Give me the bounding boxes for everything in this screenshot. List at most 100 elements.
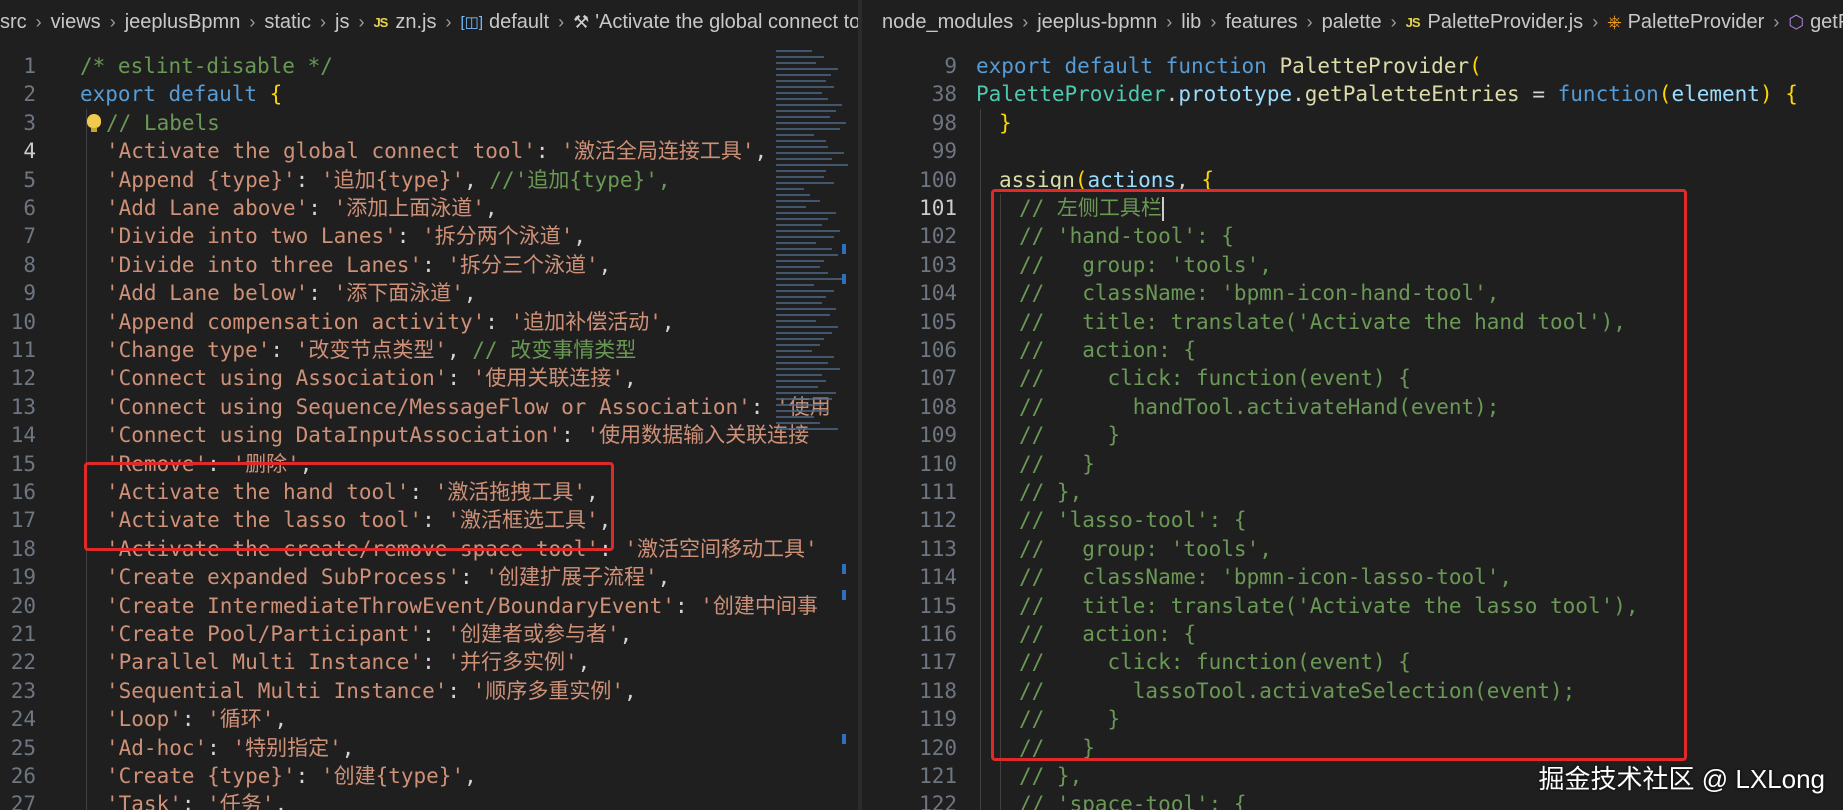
code-line[interactable]: 6 'Add Lane above': '添加上面泳道',: [0, 194, 858, 223]
code-line[interactable]: 120 // }: [862, 733, 1843, 762]
code-line[interactable]: 11 'Change type': '改变节点类型', // 改变事情类型: [0, 336, 858, 365]
minimap-line: [776, 140, 826, 142]
code-line[interactable]: 115 // title: translate('Activate the las…: [862, 591, 1843, 620]
breadcrumb-label: src: [0, 10, 27, 33]
breadcrumb-item[interactable]: ⬡getP: [1788, 11, 1843, 34]
code-line[interactable]: 98}: [862, 108, 1843, 138]
code-token: '拆分两个泳道': [422, 224, 574, 249]
code-line[interactable]: 3 // Labels: [0, 108, 858, 138]
code-line[interactable]: 99: [862, 137, 1843, 166]
code-line[interactable]: 109 // }: [862, 421, 1843, 450]
code-line[interactable]: 114 // className: 'bpmn-icon-lasso-tool',: [862, 563, 1843, 592]
code-token: '使用关联连接': [472, 366, 624, 391]
code-text: 'Activate the lasso tool': '激活框选工具',: [106, 506, 611, 534]
code-text: 'Parallel Multi Instance': '并行多实例',: [106, 648, 590, 676]
breadcrumb-item[interactable]: lib: [1181, 11, 1201, 34]
code-line[interactable]: 10 'Append compensation activity': '追加补偿活…: [0, 307, 858, 336]
minimap-line: [776, 110, 836, 112]
breadcrumb-item[interactable]: JS zn.js: [373, 11, 436, 34]
code-text: 'Create expanded SubProcess': '创建扩展子流程',: [106, 563, 670, 591]
breadcrumb-separator-icon: ›: [249, 11, 256, 32]
code-line[interactable]: 16 'Activate the hand tool': '激活拖拽工具',: [0, 478, 858, 507]
code-line[interactable]: 119 // }: [862, 705, 1843, 734]
breadcrumb-item[interactable]: jeeplusBpmn: [125, 11, 241, 34]
indent-guide: [1000, 762, 1001, 791]
code-line[interactable]: 103 // group: 'tools',: [862, 250, 1843, 280]
code-line[interactable]: 19 'Create expanded SubProcess': '创建扩展子流程…: [0, 563, 858, 592]
code-line[interactable]: 116 // action: {: [862, 620, 1843, 649]
minimap-line: [776, 134, 814, 136]
code-line[interactable]: 113 // group: 'tools',: [862, 534, 1843, 564]
line-number: 23: [10, 678, 36, 703]
code-token: :: [422, 252, 448, 277]
code-line[interactable]: 110 // }: [862, 449, 1843, 478]
code-token: ,: [573, 224, 587, 249]
code-line[interactable]: 20 'Create IntermediateThrowEvent/Boundar…: [0, 591, 858, 620]
breadcrumb-item[interactable]: views: [51, 11, 101, 34]
code-line[interactable]: 26 'Create {type}': '创建{type}',: [0, 762, 858, 791]
code-line[interactable]: 27 'Task': '任务',: [0, 790, 858, 810]
code-line[interactable]: 8 'Divide into three Lanes': '拆分三个泳道',: [0, 250, 858, 280]
code-line[interactable]: 15 'Remove': '删除',: [0, 449, 858, 478]
breadcrumb-item[interactable]: features: [1225, 11, 1297, 34]
indent-guide: [1000, 534, 1001, 564]
breadcrumb-item[interactable]: src: [0, 11, 27, 34]
code-line[interactable]: 25 'Ad-hoc': '特别指定',: [0, 733, 858, 762]
breadcrumb-item[interactable]: ⚒ 'Activate the global connect to: [573, 11, 858, 34]
code-line[interactable]: 7 'Divide into two Lanes': '拆分两个泳道',: [0, 222, 858, 251]
code-line[interactable]: 4 'Activate the global connect tool': '激活…: [0, 137, 858, 166]
code-line[interactable]: 106 // action: {: [862, 336, 1843, 365]
code-line[interactable]: 22 'Parallel Multi Instance': '并行多实例',: [0, 648, 858, 677]
code-line[interactable]: 14 'Connect using DataInputAssociation': …: [0, 421, 858, 450]
line-number: 10: [10, 309, 36, 334]
code-line[interactable]: 12 'Connect using Association': '使用关联连接',: [0, 364, 858, 393]
breadcrumb-item[interactable]: ⎈ PaletteProvider: [1607, 11, 1764, 34]
code-editor[interactable]: 9 export default function PaletteProvider…: [862, 44, 1843, 810]
code-line[interactable]: 1 /* eslint-disable */: [0, 52, 858, 80]
code-line[interactable]: 9 export default function PaletteProvider…: [862, 52, 1843, 80]
code-line[interactable]: 5 'Append {type}': '追加{type}', //'追加{type…: [0, 165, 858, 194]
code-token: ,: [657, 565, 671, 590]
code-line[interactable]: 21 'Create Pool/Participant': '创建者或参与者',: [0, 620, 858, 649]
minimap[interactable]: [770, 44, 850, 810]
code-line[interactable]: 111 // },: [862, 478, 1843, 507]
right-editor-pane[interactable]: node_modules › jeeplus-bpmn › lib › features › p…: [862, 0, 1843, 810]
breadcrumb-item[interactable]: jeeplus-bpmn: [1037, 11, 1157, 34]
breadcrumb-item[interactable]: node_modules: [882, 11, 1013, 34]
code-line[interactable]: 13 'Connect using Sequence/MessageFlow or…: [0, 392, 858, 422]
code-line[interactable]: 118 // lassoTool.activateSelection(event)…: [862, 676, 1843, 706]
code-line[interactable]: 24 'Loop': '循环',: [0, 705, 858, 734]
code-token: ,: [299, 451, 313, 476]
left-editor-pane[interactable]: src › views › jeeplusBpmn › static › js › JS zn.js ›…: [0, 0, 858, 810]
code-line[interactable]: 112 // 'lasso-tool': {: [862, 506, 1843, 535]
code-line[interactable]: 105 // title: translate('Activate the han…: [862, 307, 1843, 336]
breadcrumb-label: node_modules: [882, 10, 1014, 33]
lightbulb-icon[interactable]: [87, 113, 101, 132]
breadcrumb-item[interactable]: js: [335, 11, 349, 34]
code-line[interactable]: 2 export default {: [0, 80, 858, 108]
code-token: :: [409, 480, 435, 504]
code-line[interactable]: 38 PaletteProvider.prototype.getPaletteEn…: [862, 80, 1843, 108]
code-line[interactable]: 117 // click: function(event) {: [862, 648, 1843, 677]
breadcrumb-item[interactable]: static: [264, 11, 311, 34]
code-line[interactable]: 17 'Activate the lasso tool': '激活框选工具',: [0, 506, 858, 535]
code-line[interactable]: 9 'Add Lane below': '添下面泳道',: [0, 279, 858, 308]
code-line[interactable]: 18 'Activate the create/remove space tool…: [0, 534, 858, 564]
code-line[interactable]: 104 // className: 'bpmn-icon-hand-tool',: [862, 279, 1843, 308]
code-token: // 'hand-tool': {: [1019, 224, 1234, 249]
code-line[interactable]: 107 // click: function(event) {: [862, 364, 1843, 393]
code-line[interactable]: 100 assign(actions, {: [862, 165, 1843, 194]
code-editor[interactable]: 1/* eslint-disable */2 export default {3/…: [0, 44, 858, 810]
code-line[interactable]: 23 'Sequential Multi Instance': '顺序多重实例',: [0, 676, 858, 706]
breadcrumb-label: 'Activate the global connect to: [595, 10, 858, 33]
code-line[interactable]: 102 // 'hand-tool': {: [862, 222, 1843, 251]
code-line[interactable]: 101 // 左侧工具栏: [862, 194, 1843, 223]
breadcrumb-item[interactable]: JS PaletteProvider.js: [1406, 11, 1584, 34]
code-line[interactable]: 108 // handTool.activateHand(event);: [862, 392, 1843, 422]
minimap-line: [776, 266, 820, 268]
breadcrumb-item[interactable]: palette: [1322, 11, 1382, 34]
code-token: // click: function(event) {: [1019, 366, 1411, 391]
breadcrumb-item[interactable]: [◫] default: [460, 11, 549, 34]
minimap-line: [776, 86, 834, 88]
scrollbar-marker: [842, 244, 846, 254]
